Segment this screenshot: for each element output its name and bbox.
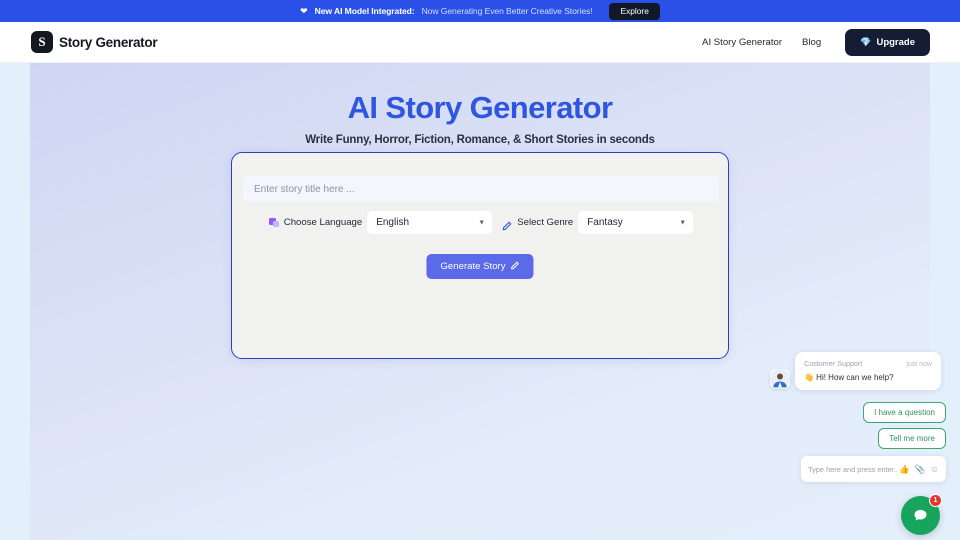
generator-controls: Choose Language English ▼ Select Genre F… <box>232 211 730 234</box>
heart-icon: ❤ <box>300 5 308 16</box>
language-control: Choose Language English ▼ <box>268 211 493 234</box>
announcement-banner: ❤ New AI Model Integrated: Now Generatin… <box>0 0 960 22</box>
nav-item-blog[interactable]: Blog <box>802 37 821 48</box>
chat-quick-replies: I have a question Tell me more <box>770 402 946 449</box>
chat-message-text: 👋 Hi! How can we help? <box>804 373 894 382</box>
paperclip-icon[interactable]: 📎 <box>915 465 926 474</box>
chat-input-icons: 👍 📎 ☺ <box>899 465 939 474</box>
page-subtitle: Write Funny, Horror, Fiction, Romance, &… <box>305 134 655 147</box>
chat-input-bar: 👍 📎 ☺ <box>801 456 946 482</box>
gem-icon: 💎 <box>860 36 872 47</box>
pen-icon <box>511 261 520 273</box>
app-screen: ❤ New AI Model Integrated: Now Generatin… <box>0 0 960 540</box>
chat-timestamp: just now <box>906 361 932 368</box>
logo-mark-icon: S <box>31 31 53 53</box>
chat-launcher-button[interactable]: 1 <box>901 494 942 535</box>
genre-select-wrapper: Fantasy ▼ <box>578 211 694 234</box>
thumbs-up-icon[interactable]: 👍 <box>899 465 910 474</box>
upgrade-button-label: Upgrade <box>876 36 915 48</box>
generate-story-label: Generate Story <box>440 261 506 272</box>
translate-icon <box>268 217 279 228</box>
main-nav: AI Story Generator Blog 💎 Upgrade <box>702 28 930 56</box>
upgrade-button[interactable]: 💎 Upgrade <box>845 28 930 56</box>
banner-headline: New AI Model Integrated: <box>314 6 415 16</box>
page-body: AI Story Generator Write Funny, Horror, … <box>30 63 930 540</box>
story-generator-card: Choose Language English ▼ Select G <box>231 152 729 359</box>
emoji-icon[interactable]: ☺ <box>930 465 939 474</box>
chat-agent-name: Customer Support <box>804 359 863 368</box>
explore-button[interactable]: Explore <box>609 2 660 20</box>
story-title-input[interactable] <box>243 176 719 202</box>
pen-icon <box>502 218 512 230</box>
generate-story-button[interactable]: Generate Story <box>426 254 534 279</box>
quick-reply-tell-me-more[interactable]: Tell me more <box>878 428 946 449</box>
genre-select[interactable]: Fantasy <box>578 211 694 234</box>
genre-control: Select Genre Fantasy ▼ <box>502 211 694 234</box>
chat-bubble-header: Customer Support just now <box>804 359 932 368</box>
language-select[interactable]: English <box>367 211 493 234</box>
site-header: S Story Generator AI Story Generator Blo… <box>0 22 960 63</box>
page-title: AI Story Generator <box>347 90 613 125</box>
agent-avatar-icon <box>770 369 790 389</box>
nav-item-ai-story-generator[interactable]: AI Story Generator <box>702 37 782 48</box>
chat-message: Customer Support just now 👋 Hi! How can … <box>770 352 941 390</box>
banner-subtext: Now Generating Even Better Creative Stor… <box>421 6 593 16</box>
genre-label: Select Genre <box>517 217 574 228</box>
unread-badge: 1 <box>929 494 942 507</box>
quick-reply-i-have-a-question[interactable]: I have a question <box>863 402 946 423</box>
chat-input[interactable] <box>808 464 900 474</box>
logo[interactable]: S Story Generator <box>31 31 158 53</box>
chat-bubble-icon <box>914 509 927 521</box>
logo-text: Story Generator <box>59 34 158 50</box>
language-select-wrapper: English ▼ <box>367 211 493 234</box>
chat-bubble: Customer Support just now 👋 Hi! How can … <box>795 352 941 390</box>
language-label: Choose Language <box>283 217 363 228</box>
